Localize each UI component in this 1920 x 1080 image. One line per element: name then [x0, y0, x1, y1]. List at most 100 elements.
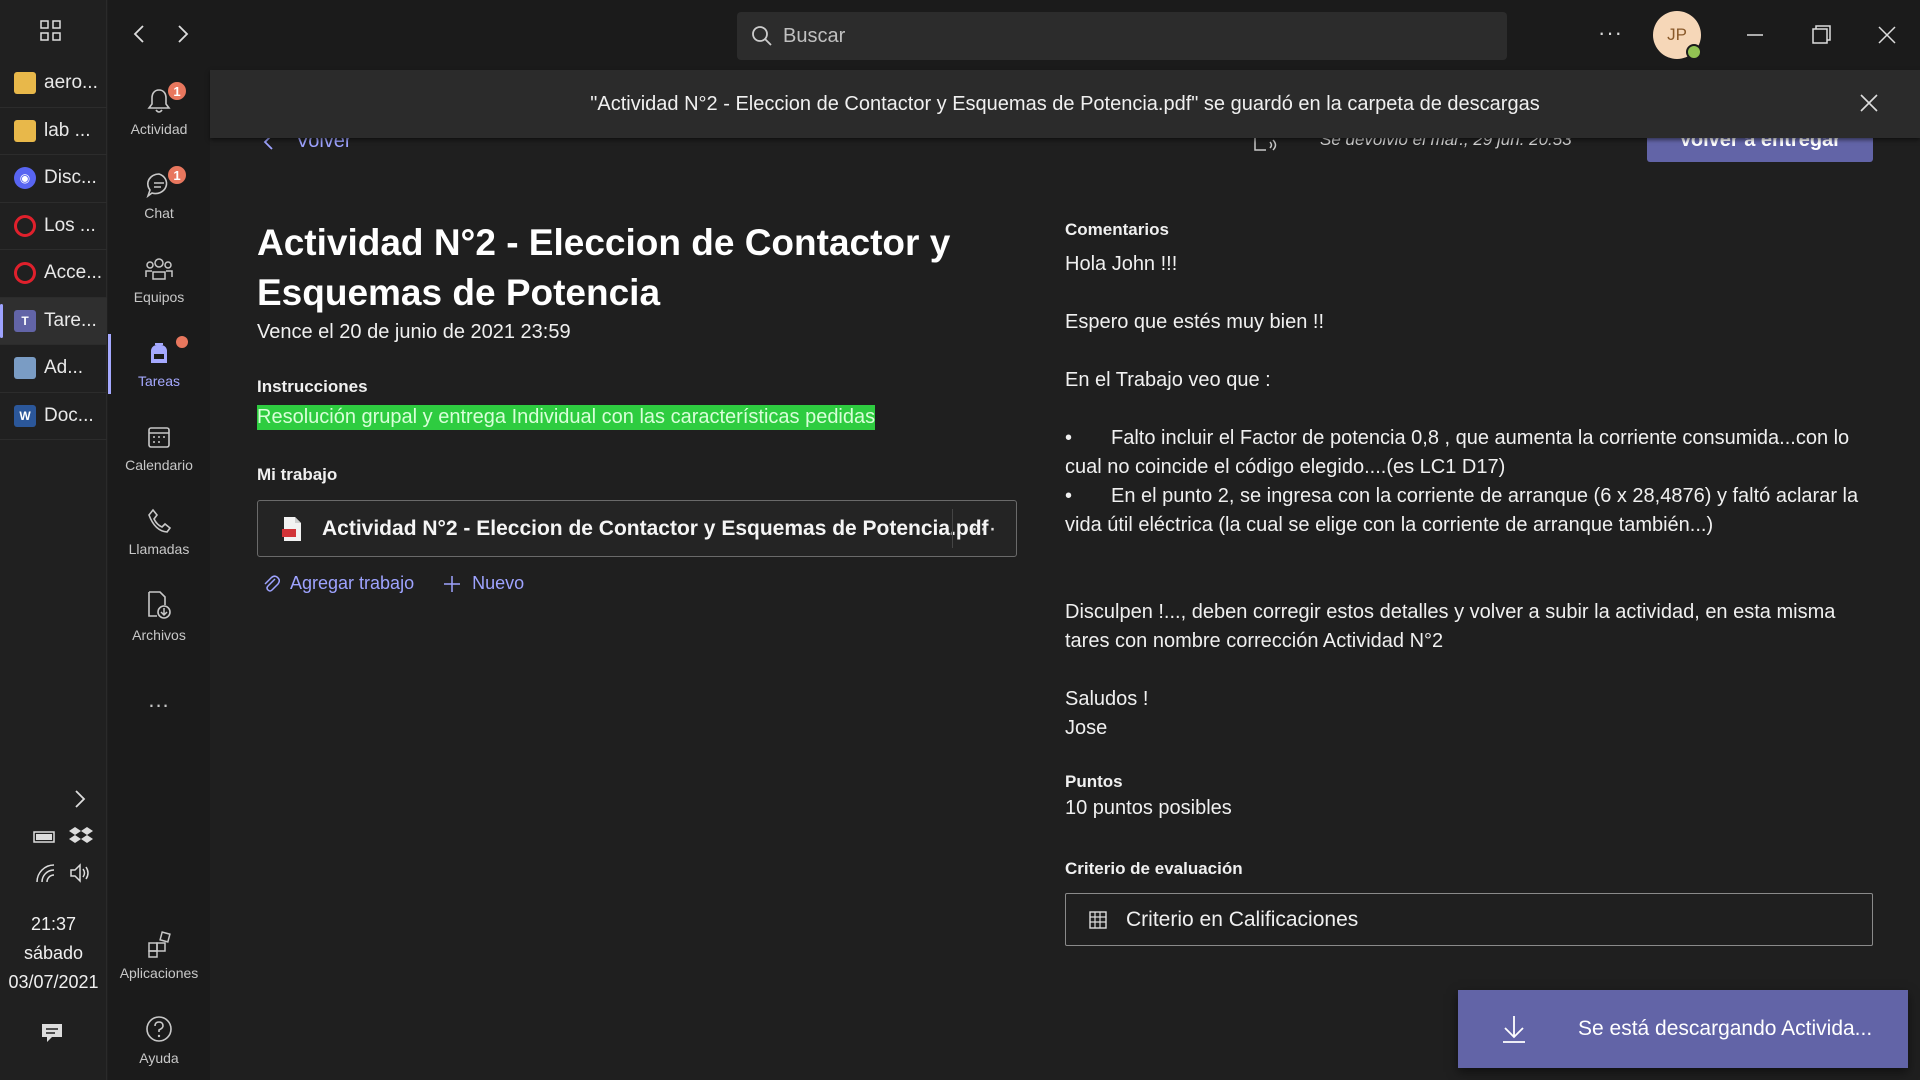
forward-arrow-icon[interactable] [170, 22, 194, 46]
taskbar-item-label: Disc... [44, 167, 97, 189]
minimize-icon[interactable] [1740, 20, 1770, 50]
clock-date: 03/07/2021 [8, 972, 99, 992]
chevron-right-icon[interactable] [72, 788, 88, 810]
restore-icon[interactable] [1806, 20, 1836, 50]
back-arrow-icon[interactable] [128, 22, 152, 46]
screen: aero... lab ... ◉ Disc... Los ... Acce..… [0, 0, 1920, 1080]
comment-line: Espero que estés muy bien !! [1065, 311, 1325, 333]
comment-line: En el Trabajo veo que : [1065, 369, 1271, 391]
my-work-heading: Mi trabajo [257, 465, 338, 484]
new-label: Nuevo [472, 573, 525, 593]
attached-file[interactable]: Actividad N°2 - Eleccion de Contactor y … [257, 500, 1017, 557]
taskbar-item-label: Tare... [44, 309, 97, 331]
taskbar-apps: aero... lab ... ◉ Disc... Los ... Acce..… [0, 60, 107, 440]
criteria-button-label: Criterio en Calificaciones [1126, 907, 1359, 931]
comment-bullet: • Falto incluir el Factor de potencia 0,8… [1065, 427, 1850, 478]
plus-icon [444, 575, 461, 592]
search-icon [752, 26, 772, 46]
add-work-button[interactable]: Agregar trabajo [262, 573, 414, 594]
download-toast[interactable]: Se está descargando Activida... [1458, 990, 1908, 1068]
task-view-icon[interactable] [38, 18, 64, 44]
taskbar-item-app[interactable]: Ad... [0, 345, 107, 393]
notification-badge: 1 [166, 80, 188, 102]
criteria-heading: Criterio de evaluación [1065, 859, 1243, 878]
rail-item-label: Actividad [130, 121, 188, 137]
file-more-options-button[interactable]: ··· [952, 501, 1016, 556]
more-icon: ... [148, 687, 170, 712]
help-icon [146, 1016, 172, 1042]
grid-table-icon [1089, 910, 1107, 929]
comment-bullet: • En el punto 2, se ingresa con la corrie… [1065, 485, 1859, 536]
download-saved-banner: "Actividad N°2 - Eleccion de Contactor y… [210, 70, 1920, 138]
teams-app-rail: Actividad 1 Chat 1 Equipos Tareas Calend… [108, 0, 210, 1080]
close-window-icon[interactable] [1872, 20, 1902, 50]
rail-item-label: Ayuda [139, 1050, 179, 1066]
rail-item-label: Equipos [133, 289, 185, 305]
close-icon[interactable] [1858, 92, 1880, 114]
comment-line: Saludos ! [1065, 688, 1149, 710]
rail-item-calendario[interactable]: Calendario [108, 408, 210, 488]
rail-item-chat[interactable]: Chat 1 [108, 156, 210, 236]
title-bar: ··· JP [108, 0, 1920, 70]
teacher-comments: Hola John !!! Espero que estés muy bien … [1065, 250, 1875, 743]
taskbar-item-label: Los ... [44, 214, 96, 236]
rail-item-label: Aplicaciones [119, 965, 199, 981]
clock-time: 21:37 [30, 914, 77, 934]
comment-line: Disculpen !..., deben corregir estos det… [1065, 601, 1836, 652]
clock-day: sábado [23, 943, 84, 963]
work-actions: Agregar trabajo Nuevo [262, 573, 524, 594]
taskbar-item-opera-1[interactable]: Los ... [0, 203, 107, 250]
file-name: Actividad N°2 - Eleccion de Contactor y … [322, 516, 989, 540]
wifi-icon[interactable] [34, 862, 58, 884]
instructions-heading: Instrucciones [257, 377, 368, 396]
system-clock[interactable]: 21:37 sábado 03/07/2021 [0, 910, 107, 997]
taskbar-item-teams[interactable]: T Tare... [0, 297, 107, 345]
taskbar-item-discord[interactable]: ◉ Disc... [0, 155, 107, 203]
rail-item-equipos[interactable]: Equipos [108, 240, 210, 320]
points-value: 10 puntos posibles [1065, 797, 1232, 819]
pdf-file-icon [282, 516, 301, 541]
phone-icon [148, 508, 172, 533]
taskbar-item-word[interactable]: W Doc... [0, 393, 107, 440]
rail-item-llamadas[interactable]: Llamadas [108, 492, 210, 572]
folder-icon [14, 119, 36, 142]
rail-item-label: Tareas [137, 373, 181, 389]
teams-group-icon [145, 258, 173, 280]
opera-icon [14, 214, 36, 237]
unread-dot [176, 336, 188, 348]
calendar-icon [148, 427, 170, 448]
search-input[interactable] [783, 24, 1483, 48]
dropbox-icon[interactable] [68, 824, 94, 848]
teams-icon: T [14, 309, 36, 332]
taskbar-item-folder-lab[interactable]: lab ... [0, 108, 107, 155]
taskbar-item-label: Acce... [44, 262, 103, 284]
presence-indicator [1686, 44, 1702, 60]
criteria-button[interactable]: Criterio en Calificaciones [1065, 893, 1873, 946]
battery-icon[interactable] [32, 826, 58, 846]
settings-more-button[interactable]: ··· [1598, 20, 1623, 46]
rail-more-button[interactable]: ... [108, 660, 210, 740]
rail-item-label: Calendario [125, 457, 193, 473]
taskbar-item-opera-2[interactable]: Acce... [0, 250, 107, 298]
rail-item-ayuda[interactable]: Ayuda [108, 1000, 210, 1080]
folder-icon [14, 72, 36, 95]
notification-center-icon[interactable] [40, 1022, 64, 1044]
search-box[interactable] [737, 12, 1507, 60]
assignment-title: Actividad N°2 - Eleccion de Contactor y … [257, 222, 951, 313]
taskbar-item-label: aero... [44, 72, 98, 94]
comment-bullet-text: Falto incluir el Factor de potencia 0,8 … [1065, 427, 1850, 478]
rail-item-aplicaciones[interactable]: Aplicaciones [108, 916, 210, 996]
windows-taskbar: aero... lab ... ◉ Disc... Los ... Acce..… [0, 0, 107, 1080]
rail-item-label: Llamadas [128, 541, 190, 557]
banner-text: "Actividad N°2 - Eleccion de Contactor y… [590, 92, 1540, 115]
comment-bullet-text: En el punto 2, se ingresa con la corrien… [1065, 485, 1859, 536]
rail-item-tareas[interactable]: Tareas [108, 324, 210, 404]
app-icon [14, 357, 36, 380]
comment-line: Jose [1065, 717, 1108, 739]
volume-icon[interactable] [68, 862, 92, 884]
due-date: Vence el 20 de junio de 2021 23:59 [257, 321, 571, 343]
new-button[interactable]: Nuevo [442, 573, 524, 594]
rail-item-archivos[interactable]: Archivos [108, 576, 210, 656]
rail-item-actividad[interactable]: Actividad 1 [108, 72, 210, 152]
taskbar-item-folder-aero[interactable]: aero... [0, 60, 107, 108]
